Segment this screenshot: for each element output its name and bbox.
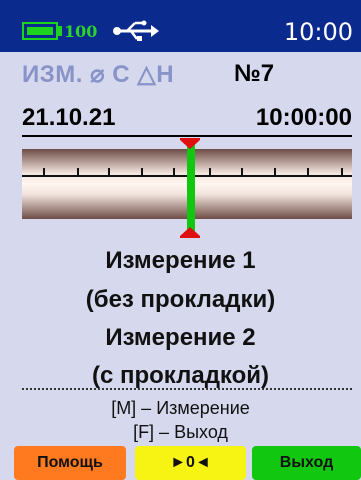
- device-screen: 100 10:00 ИЗМ. ⌀ C △H №7 21.10.21 10:00:…: [0, 0, 361, 480]
- message-line-4: (с прокладкой): [91, 362, 270, 389]
- mode-row: ИЗМ. ⌀ C △H №7: [22, 60, 352, 92]
- datetime-row: 21.10.21 10:00:00: [22, 104, 352, 134]
- battery-level: 100: [64, 22, 98, 41]
- header-divider: [22, 135, 352, 137]
- measurement-number: №7: [234, 60, 275, 87]
- zero-button[interactable]: ►0◄: [135, 446, 246, 480]
- hint-measure: [M] – Измерение: [111, 398, 250, 418]
- battery-tip: [58, 26, 62, 36]
- time: 10:00:00: [255, 104, 352, 131]
- battery-icon: [22, 22, 58, 40]
- exit-button[interactable]: Выход: [252, 446, 361, 480]
- message-line-1: Измерение 1: [105, 247, 256, 274]
- softkey-bar: Помощь ►0◄ Выход: [0, 446, 361, 480]
- message-line-2: (без прокладки): [85, 286, 276, 313]
- hint-exit: [F] – Выход: [133, 422, 228, 442]
- help-button[interactable]: Помощь: [14, 446, 126, 480]
- clock: 10:00: [283, 18, 353, 46]
- hint-divider: [22, 388, 352, 390]
- message-line-3: Измерение 2: [105, 324, 256, 351]
- status-bar: 100 10:00: [0, 0, 361, 52]
- date: 21.10.21: [22, 104, 116, 131]
- usb-icon: [113, 20, 159, 41]
- ruler-gauge: [22, 138, 352, 238]
- mode-label: ИЗМ. ⌀ C △H: [22, 61, 175, 88]
